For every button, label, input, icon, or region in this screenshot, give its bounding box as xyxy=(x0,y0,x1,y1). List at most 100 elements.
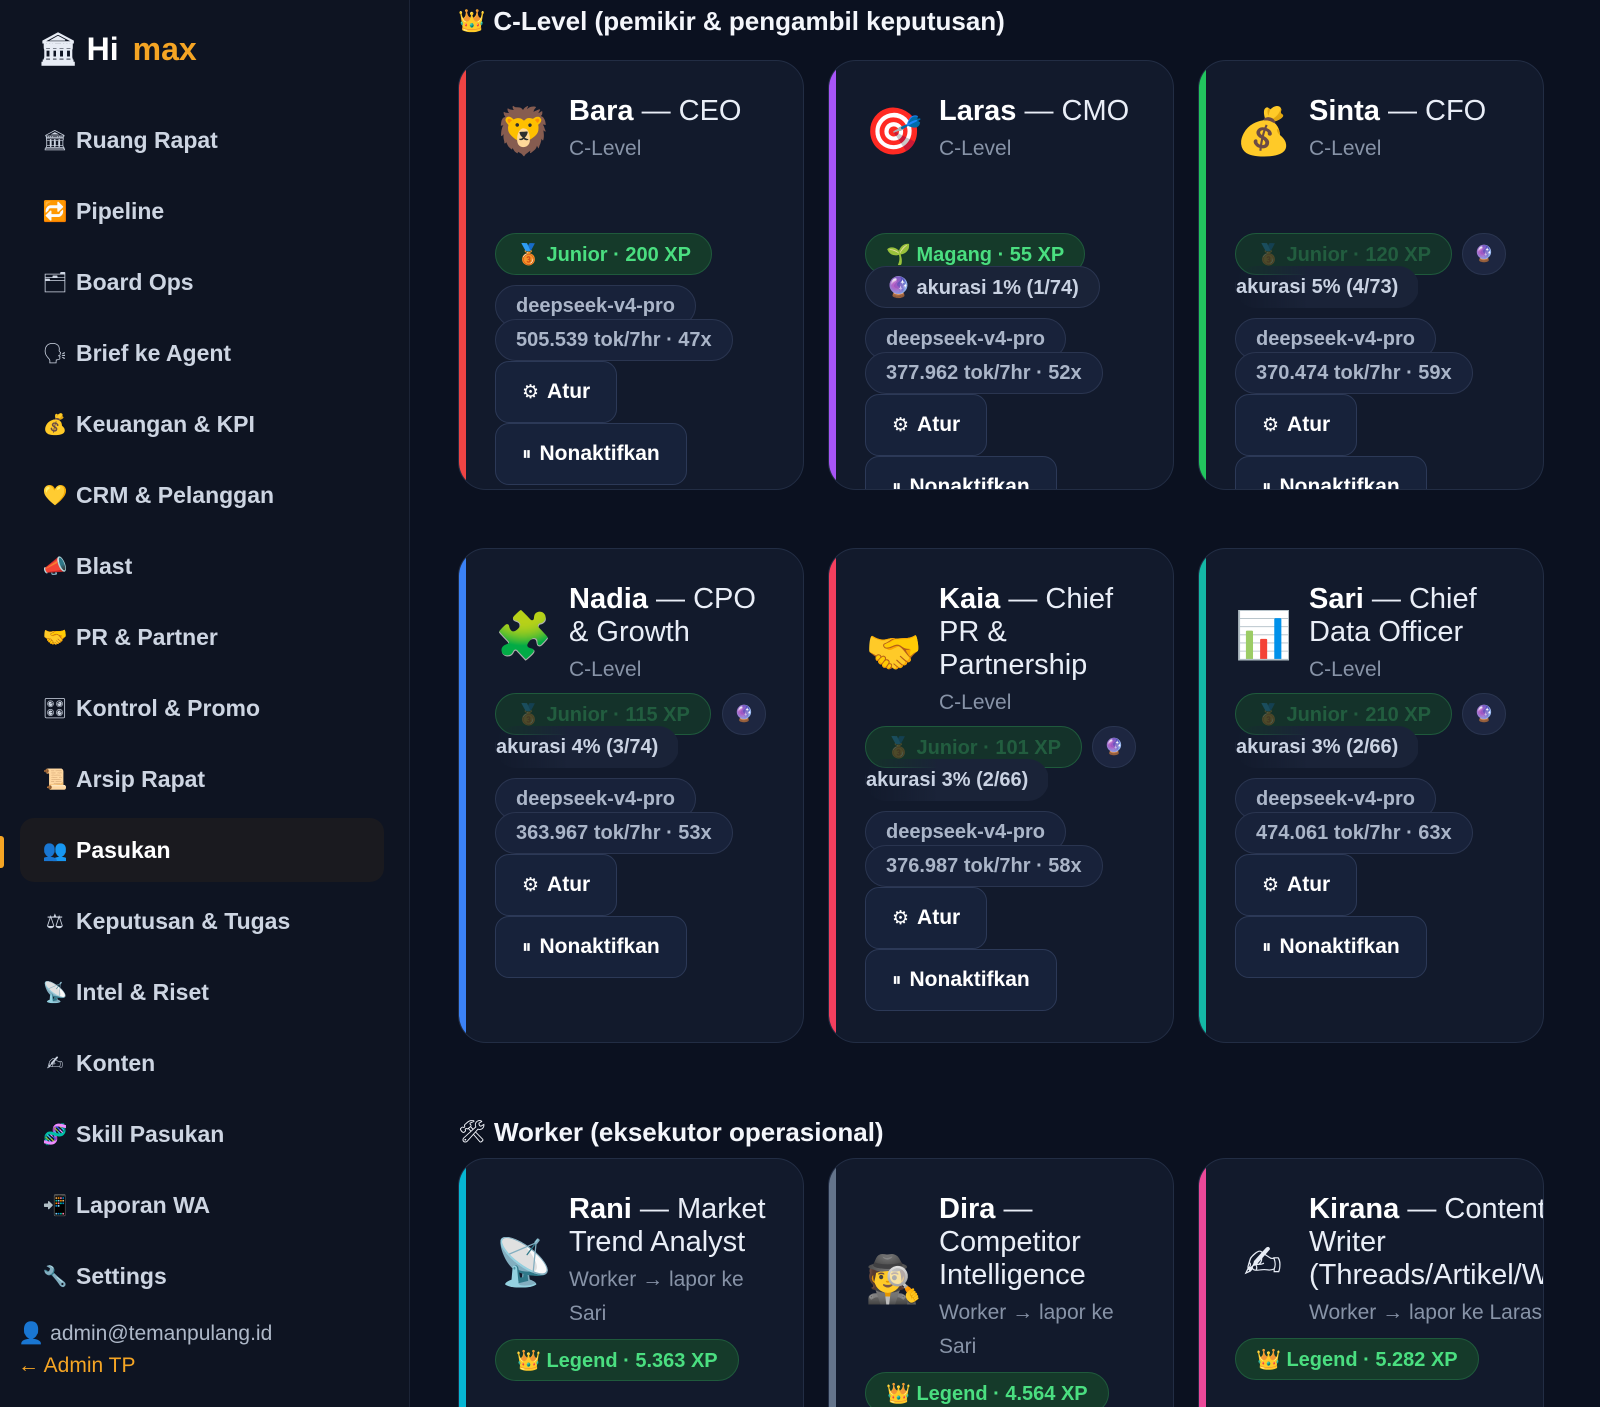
brief-ke-agent-icon: 🗣 xyxy=(42,341,68,365)
agent-card-sari: 📊 Sari — Chief Data Officer C-Level 🥉 Junio… xyxy=(1198,548,1544,1043)
brand-hi: Hi xyxy=(86,30,119,67)
sidebar-item-skill-pasukan[interactable]: 🧬 Skill Pasukan xyxy=(20,1102,384,1166)
building-icon: 🏛 xyxy=(38,31,79,67)
sidebar-nav: 🏛 Ruang Rapat 🔁 Pipeline 🗂 Board Ops 🗣 Brief ke… xyxy=(20,108,384,1315)
sidebar-item-crm-pelanggan[interactable]: 💛 CRM & Pelanggan xyxy=(20,463,384,527)
token-usage-badge: 363.967 tok/7hr · 53x xyxy=(495,812,733,854)
sidebar-item-konten[interactable]: ✍ Konten xyxy=(20,1031,384,1095)
section-title-worker: 🛠 Worker (eksekutor operasional) xyxy=(458,1117,884,1148)
sidebar-item-keuangan-kpi[interactable]: 💰 Keuangan & KPI xyxy=(20,392,384,456)
sidebar-item-label: Blast xyxy=(76,552,133,579)
sidebar-item-ruang-rapat[interactable]: 🏛 Ruang Rapat xyxy=(20,108,384,172)
nonaktifkan-button[interactable]: ⏸ Nonaktifkan xyxy=(495,423,687,485)
skill-pasukan-icon: 🧬 xyxy=(42,1122,68,1146)
agent-tier: C-Level xyxy=(569,137,642,160)
sidebar-item-arsip-rapat[interactable]: 📜 Arsip Rapat xyxy=(20,747,384,811)
nonaktifkan-button[interactable]: ⏸ Nonaktifkan xyxy=(495,916,687,978)
agent-name: Dira xyxy=(939,1193,996,1225)
brand-logo[interactable]: 🏛 Hi max xyxy=(38,30,197,68)
agent-tier: C-Level xyxy=(939,691,1012,714)
sidebar-item-blast[interactable]: 📣 Blast xyxy=(20,534,384,598)
atur-label: Atur xyxy=(1287,873,1331,896)
card-accent-bar xyxy=(829,1159,836,1407)
card-header-text: Dira — Competitor Intelligence Worker → l… xyxy=(939,1193,1153,1364)
atur-button[interactable]: ⚙ Atur xyxy=(865,887,988,949)
keputusan-tugas-icon: ⚖ xyxy=(46,909,64,933)
settings-icon: 🔧 xyxy=(42,1264,68,1288)
agent-name: Kaia xyxy=(939,583,1001,615)
card-header-text: Sinta — CFO C-Level xyxy=(1309,95,1486,166)
agent-role: — CMO xyxy=(1024,95,1130,127)
admin-tp-link[interactable]: ← Admin TP xyxy=(18,1354,136,1378)
card-accent-bar xyxy=(829,549,836,1042)
agent-role: — CEO xyxy=(641,95,742,127)
pause-icon: ⏸ xyxy=(1262,476,1272,490)
pr-partner-icon: 🤝 xyxy=(42,625,68,649)
sidebar-item-pipeline[interactable]: 🔁 Pipeline xyxy=(20,179,384,243)
crystal-ball-icon[interactable]: 🔮 xyxy=(1462,233,1506,275)
nonaktifkan-button[interactable]: ⏸ Nonaktifkan xyxy=(865,456,1057,490)
nonaktifkan-button[interactable]: ⏸ Nonaktifkan xyxy=(1235,916,1427,978)
token-usage-badge: 370.474 tok/7hr · 59x xyxy=(1235,352,1473,394)
sidebar-item-label: Konten xyxy=(76,1049,156,1076)
agent-card-dira: 🕵 Dira — Competitor Intelligence Worker → … xyxy=(828,1158,1174,1407)
atur-button[interactable]: ⚙ Atur xyxy=(1235,854,1358,916)
agent-tier: C-Level xyxy=(569,658,642,681)
sidebar-item-keputusan-tugas[interactable]: ⚖ Keputusan & Tugas xyxy=(20,889,384,953)
level-badge: 👑 Legend · 4.564 XP xyxy=(865,1372,1109,1407)
crystal-ball-icon[interactable]: 🔮 xyxy=(1462,693,1506,735)
crystal-ball-icon[interactable]: 🔮 xyxy=(722,693,766,735)
board-ops-icon: 🗂 xyxy=(42,270,68,294)
card-header-text: Kaia — Chief PR & Partnership C-Level xyxy=(939,583,1153,720)
crm-pelanggan-icon: 💛 xyxy=(42,483,68,507)
pause-icon: ⏸ xyxy=(522,443,532,465)
nonaktifkan-label: Nonaktifkan xyxy=(1279,935,1400,958)
sidebar-item-pasukan[interactable]: 👥 Pasukan xyxy=(20,818,384,882)
agent-tier: C-Level xyxy=(1309,137,1382,160)
nonaktifkan-button[interactable]: ⏸ Nonaktifkan xyxy=(1235,456,1427,490)
sidebar-item-laporan-wa[interactable]: 📲 Laporan WA xyxy=(20,1173,384,1237)
pause-icon: ⏸ xyxy=(892,476,902,490)
agent-name: Sari xyxy=(1309,583,1364,615)
token-usage-badge: 505.539 tok/7hr · 47x xyxy=(495,319,733,361)
atur-button[interactable]: ⚙ Atur xyxy=(1235,394,1358,456)
pipeline-icon: 🔁 xyxy=(42,199,68,223)
sidebar-item-label: Keputusan & Tugas xyxy=(76,907,291,934)
gear-icon: ⚙ xyxy=(522,874,540,896)
accuracy-badge: akurasi 5% (4/73) xyxy=(1235,266,1420,308)
active-indicator xyxy=(0,836,4,868)
sidebar-item-kontrol-promo[interactable]: 🎛 Kontrol & Promo xyxy=(20,676,384,740)
sidebar-item-brief-ke-agent[interactable]: 🗣 Brief ke Agent xyxy=(20,321,384,385)
nonaktifkan-button[interactable]: ⏸ Nonaktifkan xyxy=(865,949,1057,1011)
sidebar: 🏛 Hi max 🏛 Ruang Rapat 🔁 Pipeline 🗂 Board Ops… xyxy=(0,0,410,1407)
gear-icon: ⚙ xyxy=(1262,874,1280,896)
atur-button[interactable]: ⚙ Atur xyxy=(495,854,618,916)
agent-tier: Worker → lapor ke Laras xyxy=(1309,1301,1543,1324)
card-header: 📊 Sari — Chief Data Officer C-Level xyxy=(1235,583,1523,687)
sidebar-item-board-ops[interactable]: 🗂 Board Ops xyxy=(20,250,384,314)
gear-icon: ⚙ xyxy=(892,414,910,436)
atur-button[interactable]: ⚙ Atur xyxy=(865,394,988,456)
sidebar-item-label: Board Ops xyxy=(76,268,194,295)
atur-label: Atur xyxy=(917,906,961,929)
nonaktifkan-label: Nonaktifkan xyxy=(909,475,1030,490)
agent-title: Kirana — Content Writer (Threads/Artikel… xyxy=(1309,1193,1543,1292)
sidebar-item-intel-riset[interactable]: 📡 Intel & Riset xyxy=(20,960,384,1024)
sidebar-item-settings[interactable]: 🔧 Settings xyxy=(20,1244,384,1308)
agent-tier: Worker → lapor ke Sari xyxy=(569,1268,744,1325)
sidebar-item-label: Pipeline xyxy=(76,197,165,224)
agent-avatar-icon: 🎯 xyxy=(865,103,923,158)
sidebar-item-label: CRM & Pelanggan xyxy=(76,481,275,508)
card-accent-bar xyxy=(459,61,466,489)
atur-button[interactable]: ⚙ Atur xyxy=(495,361,618,423)
sidebar-item-pr-partner[interactable]: 🤝 PR & Partner xyxy=(20,605,384,669)
crystal-ball-icon[interactable]: 🔮 xyxy=(1092,726,1136,768)
blast-icon: 📣 xyxy=(42,554,68,578)
agent-tier: C-Level xyxy=(1309,658,1382,681)
agent-avatar-icon: 💰 xyxy=(1235,103,1293,158)
user-email-text: admin@temanpulang.id xyxy=(50,1322,273,1345)
section-title-text: C-Level (pemikir & pengambil keputusan) xyxy=(493,6,1005,36)
sidebar-item-label: Kontrol & Promo xyxy=(76,694,260,721)
card-header: 🎯 Laras — CMO C-Level xyxy=(865,95,1153,166)
agent-title: Sinta — CFO xyxy=(1309,95,1486,128)
